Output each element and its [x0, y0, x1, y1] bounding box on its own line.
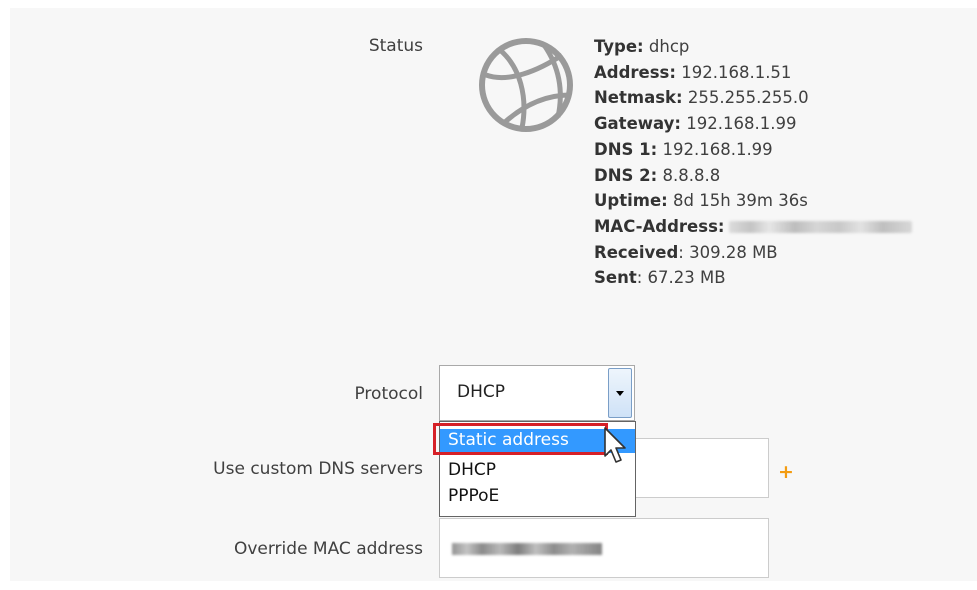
- dns-label: Use custom DNS servers: [213, 459, 423, 479]
- redacted-mac-input-value: [452, 543, 602, 555]
- cropped-header: [0, 0, 977, 8]
- dns-server-input[interactable]: [636, 438, 769, 498]
- redacted-mac-value: [728, 221, 912, 234]
- protocol-select[interactable]: DHCP: [439, 365, 635, 421]
- status-key: Address:: [594, 62, 676, 82]
- status-row-received: Received: 309.28 MB: [594, 240, 912, 266]
- status-value: 192.168.1.51: [675, 62, 792, 82]
- status-key: Received: [594, 242, 679, 262]
- status-row-mac: MAC-Address:: [594, 214, 912, 240]
- status-key: Gateway:: [594, 114, 681, 134]
- option-pppoe[interactable]: PPPoE: [440, 485, 635, 509]
- status-row-address: Address: 192.168.1.51: [594, 60, 912, 86]
- status-key: DNS 1:: [594, 139, 658, 159]
- status-label: Status: [368, 36, 423, 56]
- status-value: dhcp: [643, 37, 690, 56]
- status-value: : 67.23 MB: [636, 268, 726, 288]
- status-row-dns1: DNS 1: 192.168.1.99: [594, 137, 912, 163]
- status-key: Sent: [594, 268, 637, 288]
- status-key: Netmask:: [594, 88, 683, 108]
- add-dns-button[interactable]: +: [778, 461, 794, 483]
- override-mac-input[interactable]: [439, 518, 769, 578]
- status-key: MAC-Address:: [594, 216, 725, 236]
- globe-icon: [479, 38, 573, 132]
- status-key: DNS 2:: [594, 165, 658, 185]
- status-value: 192.168.1.99: [657, 139, 773, 159]
- status-value: 192.168.1.99: [680, 114, 797, 134]
- status-row-dns2: DNS 2: 8.8.8.8: [594, 163, 912, 189]
- status-value: 8d 15h 39m 36s: [667, 191, 808, 211]
- status-value: 255.255.255.0: [682, 88, 809, 108]
- override-mac-label: Override MAC address: [233, 539, 423, 559]
- status-row-uptime: Uptime: 8d 15h 39m 36s: [594, 188, 912, 214]
- status-value: : 309.28 MB: [678, 242, 778, 262]
- status-value: 8.8.8.8: [657, 165, 721, 185]
- dropdown-arrow-icon[interactable]: [608, 368, 632, 418]
- status-row-sent: Sent: 67.23 MB: [594, 265, 912, 291]
- status-details: Type: dhcp Address: 192.168.1.51 Netmask…: [594, 34, 912, 291]
- mouse-cursor-icon: [604, 427, 626, 463]
- status-row-type: Type: dhcp: [594, 34, 912, 60]
- status-key: Type:: [594, 37, 644, 56]
- status-row-netmask: Netmask: 255.255.255.0: [594, 85, 912, 111]
- protocol-selected-value: DHCP: [457, 382, 505, 402]
- protocol-label: Protocol: [354, 384, 423, 404]
- bottom-strip: [0, 581, 977, 590]
- status-key: Uptime:: [594, 191, 668, 211]
- status-row-gateway: Gateway: 192.168.1.99: [594, 111, 912, 137]
